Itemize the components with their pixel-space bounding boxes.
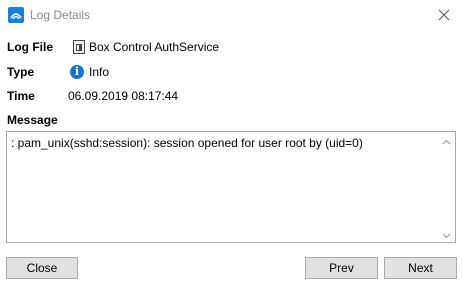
log-file-label: Log File: [7, 40, 53, 54]
info-icon: i: [70, 65, 84, 79]
next-button[interactable]: Next: [384, 257, 457, 279]
log-file-row: Log File Box Control AuthService: [0, 38, 463, 56]
message-text[interactable]: : pam_unix(sshd:session): session opened…: [11, 136, 363, 150]
scroll-down-icon[interactable]: [442, 229, 451, 239]
time-label: Time: [7, 89, 35, 103]
message-row: Message: [0, 111, 463, 129]
time-row: Time 06.09.2019 08:17:44: [0, 87, 463, 105]
message-label: Message: [7, 113, 58, 127]
title-bar: Log Details: [0, 0, 463, 30]
app-icon: [8, 7, 24, 23]
type-value: Info: [89, 65, 110, 79]
prev-button[interactable]: Prev: [305, 257, 378, 279]
window-title: Log Details: [30, 8, 91, 22]
scroll-up-icon[interactable]: [442, 136, 451, 145]
close-window-icon[interactable]: [437, 8, 451, 22]
log-file-icon: [73, 40, 85, 54]
message-scrollbar[interactable]: [438, 132, 455, 242]
message-textbox[interactable]: : pam_unix(sshd:session): session opened…: [6, 131, 456, 243]
type-row: Type i Info: [0, 63, 463, 81]
log-file-value: Box Control AuthService: [89, 40, 220, 54]
close-button[interactable]: Close: [6, 257, 78, 279]
type-label: Type: [7, 65, 35, 79]
time-value: 06.09.2019 08:17:44: [68, 89, 179, 103]
